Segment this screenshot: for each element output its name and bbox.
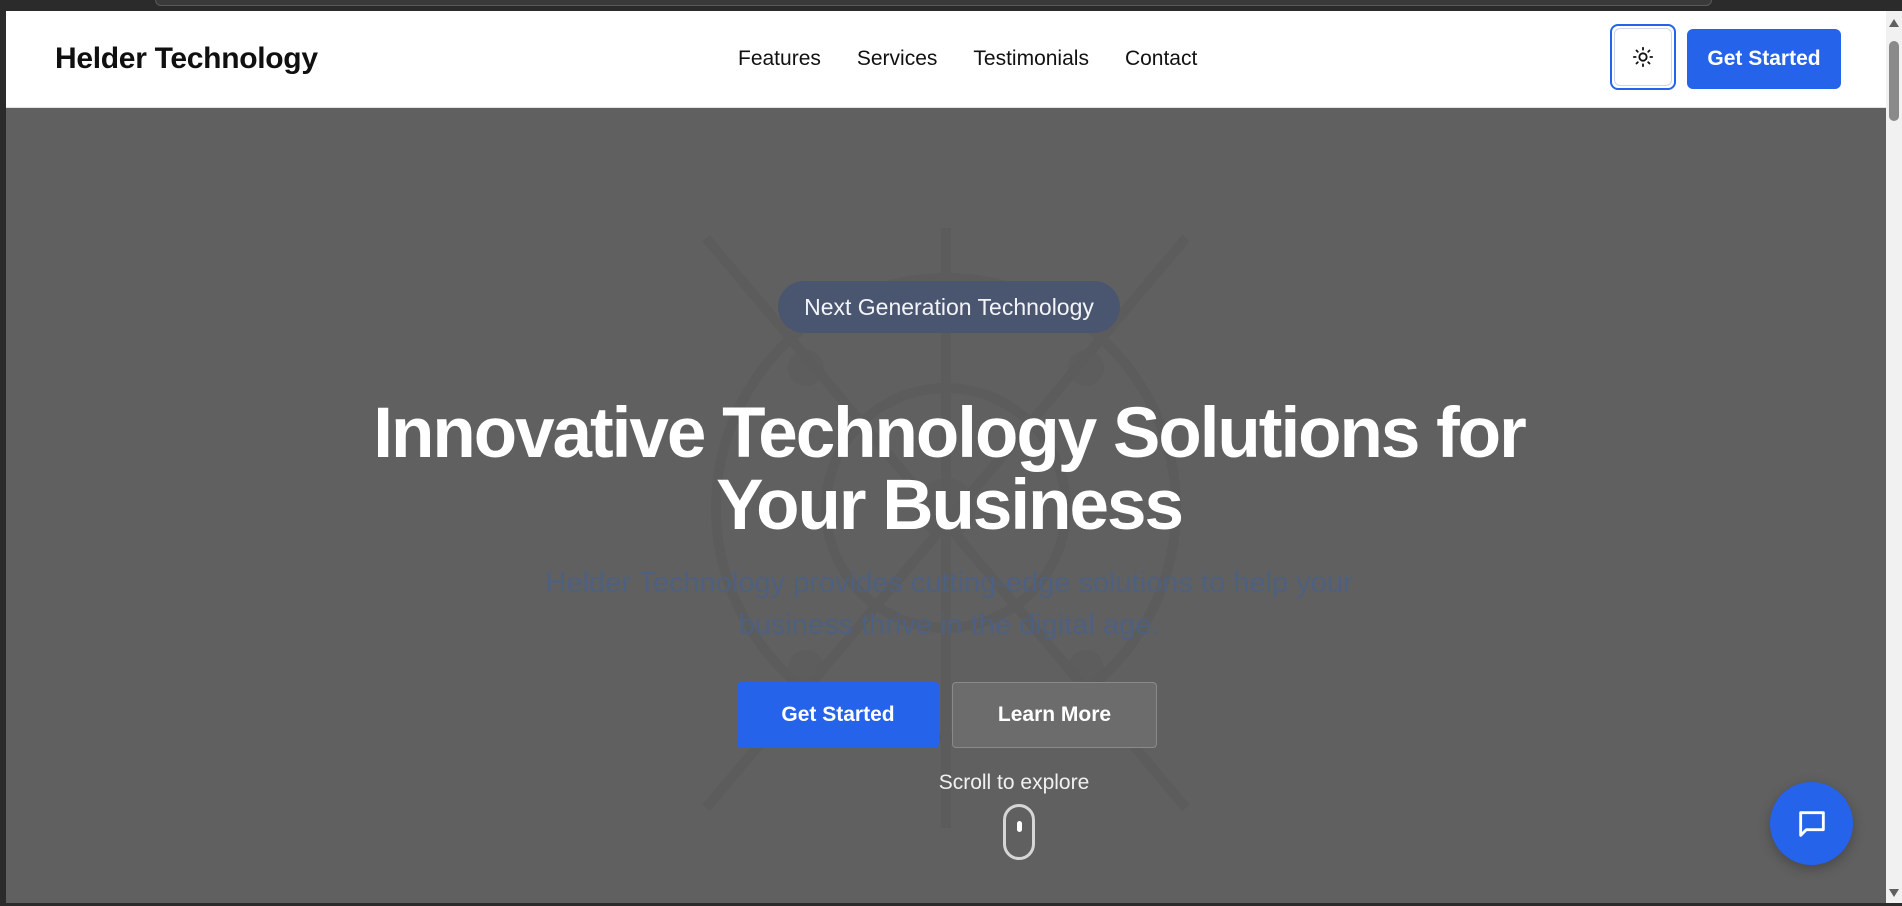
chat-bubble-icon xyxy=(1798,810,1825,837)
address-bar-edge xyxy=(155,0,1712,6)
sun-icon xyxy=(1632,46,1654,68)
hero-subtitle-line-2: business thrive in the digital age. xyxy=(738,609,1160,641)
nav-link-testimonials[interactable]: Testimonials xyxy=(973,47,1089,71)
hero-learn-more-button[interactable]: Learn More xyxy=(952,682,1157,748)
nav-link-services[interactable]: Services xyxy=(857,47,938,71)
hero-subtitle-line-1: Helder Technology provides cutting-edge … xyxy=(545,567,1353,599)
vertical-scrollbar[interactable] xyxy=(1886,11,1902,903)
header-get-started-button[interactable]: Get Started xyxy=(1687,29,1841,89)
hero-subtitle: Helder Technology provides cutting-edge … xyxy=(499,562,1399,646)
browser-top-strip xyxy=(0,0,1902,10)
hero-get-started-button[interactable]: Get Started xyxy=(737,682,939,748)
hero-title-line-1: Innovative Technology Solutions for xyxy=(373,394,1527,473)
chat-widget-button[interactable] xyxy=(1770,782,1853,865)
scroll-up-arrow-icon[interactable] xyxy=(1889,19,1899,27)
site-header: Helder Technology Features Services Test… xyxy=(6,11,1892,108)
scroll-hint: Scroll to explore xyxy=(938,771,1090,794)
hero-title-line-2: Your Business xyxy=(716,466,1184,545)
mouse-wheel xyxy=(1017,821,1022,832)
hero-section: Next Generation Technology Innovative Te… xyxy=(6,108,1892,903)
page-viewport: Helder Technology Features Services Test… xyxy=(6,11,1892,903)
nav-link-features[interactable]: Features xyxy=(738,47,821,71)
main-nav: Features Services Testimonials Contact xyxy=(738,47,1197,71)
theme-toggle-button[interactable] xyxy=(1610,24,1676,90)
mouse-scroll-icon[interactable] xyxy=(1003,804,1035,860)
nav-link-contact[interactable]: Contact xyxy=(1125,47,1197,71)
hero-badge: Next Generation Technology xyxy=(778,281,1120,333)
scroll-down-arrow-icon[interactable] xyxy=(1889,889,1899,897)
brand-logo-text[interactable]: Helder Technology xyxy=(55,42,318,76)
hero-title: Innovative Technology Solutions for Your… xyxy=(349,398,1549,542)
scrollbar-thumb[interactable] xyxy=(1889,41,1899,121)
